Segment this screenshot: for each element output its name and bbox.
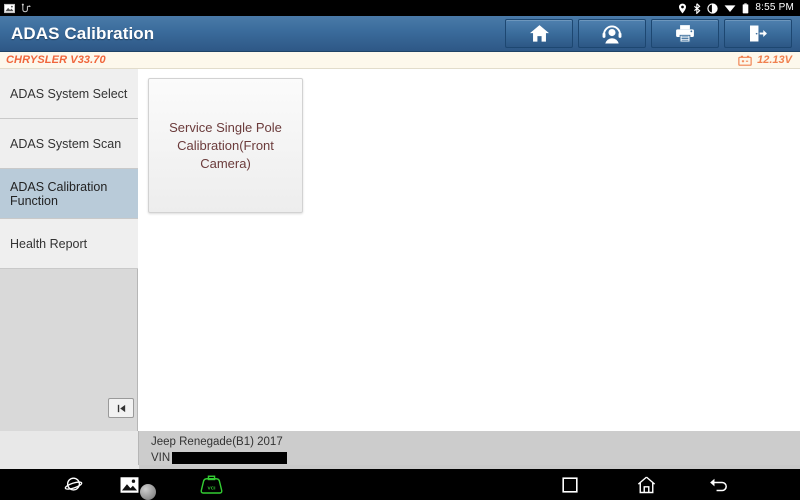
adas-calibration-app: 8:55 PM ADAS Calibration CHRYSLER V33.70… — [0, 0, 800, 500]
sidebar-item-adas-calibration-function[interactable]: ADAS Calibration Function — [0, 169, 138, 219]
sidebar-item-label: Health Report — [10, 236, 88, 251]
vehicle-version-label: CHRYSLER V33.70 — [6, 54, 106, 66]
exit-button[interactable] — [724, 19, 792, 48]
sidebar-item-adas-system-scan[interactable]: ADAS System Scan — [0, 119, 138, 169]
printer-icon — [676, 25, 694, 43]
bluetooth-icon — [694, 2, 701, 14]
exit-door-icon — [750, 25, 767, 42]
home-button[interactable] — [505, 19, 573, 48]
headset-person-icon — [602, 25, 622, 44]
touch-indicator-dot — [140, 484, 156, 500]
svg-text:VCI: VCI — [208, 485, 216, 491]
android-status-bar: 8:55 PM — [0, 0, 800, 16]
sidebar-item-adas-system-select[interactable]: ADAS System Select — [0, 69, 138, 119]
sidebar-item-label: ADAS System Select — [10, 86, 128, 101]
sidebar: ADAS System Select ADAS System Scan ADAS… — [0, 69, 138, 431]
version-status-bar: CHRYSLER V33.70 12.13V — [0, 52, 800, 69]
function-card-service-single-pole-calibration[interactable]: Service Single Pole Calibration(Front Ca… — [148, 78, 303, 213]
print-button[interactable] — [651, 19, 719, 48]
support-button[interactable] — [578, 19, 646, 48]
status-bar-indicators: 8:55 PM — [678, 0, 794, 16]
android-nav-bar: VCI — [0, 469, 800, 500]
collapse-sidebar-button[interactable] — [108, 398, 134, 418]
home-icon — [529, 25, 549, 42]
header-toolbar — [505, 19, 800, 48]
status-bar-clock: 8:55 PM — [755, 2, 794, 13]
vin-redacted-value — [172, 452, 288, 464]
battery-icon — [743, 2, 749, 13]
collapse-left-icon — [117, 404, 125, 412]
sidebar-item-label: ADAS Calibration Function — [10, 179, 108, 208]
app-header: ADAS Calibration — [0, 16, 800, 52]
sync-rotate-icon — [707, 2, 719, 14]
recent-apps-button[interactable] — [562, 476, 578, 493]
main-content: Service Single Pole Calibration(Front Ca… — [139, 69, 800, 431]
wifi-icon — [724, 5, 736, 13]
page-title: ADAS Calibration — [11, 23, 155, 43]
sidebar-footer-filler — [0, 431, 139, 469]
sidebar-item-health-report[interactable]: Health Report — [0, 219, 138, 269]
sidebar-menu: ADAS System Select ADAS System Scan ADAS… — [0, 69, 138, 269]
car-battery-icon — [738, 55, 752, 66]
back-arrow-icon[interactable] — [708, 476, 727, 493]
home-outline-icon[interactable] — [637, 476, 656, 494]
location-pin-icon — [679, 3, 687, 13]
vehicle-info-bar: Jeep Renegade(B1) 2017 VIN — [139, 431, 800, 469]
vci-connector-icon[interactable]: VCI — [200, 475, 223, 494]
sidebar-item-label: ADAS System Scan — [10, 136, 122, 151]
image-gallery-icon[interactable] — [120, 476, 139, 493]
status-bar-notifications — [4, 3, 32, 14]
planet-browser-icon[interactable] — [64, 475, 83, 494]
function-card-label: Service Single Pole Calibration(Front Ca… — [169, 119, 282, 171]
vehicle-vin-row: VIN — [151, 452, 800, 464]
usb-connection-icon — [21, 3, 31, 12]
voltage-indicator: 12.13V — [738, 54, 792, 66]
voltage-value: 12.13V — [757, 54, 792, 66]
vehicle-name: Jeep Renegade(B1) 2017 — [151, 436, 283, 448]
vin-label: VIN — [151, 452, 171, 464]
image-notification-icon — [4, 3, 15, 13]
